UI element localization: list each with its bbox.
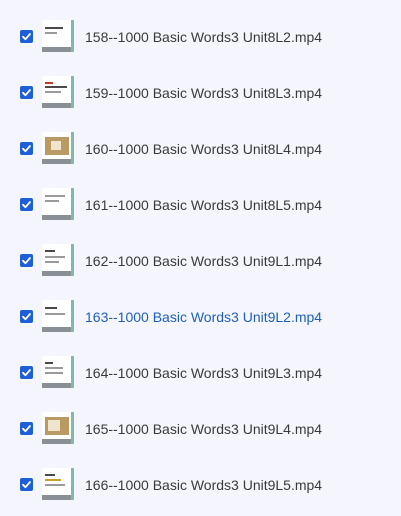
file-checkbox[interactable] <box>20 198 33 211</box>
file-row[interactable]: 166--1000 Basic Words3 Unit9L5.mp4 <box>0 463 401 507</box>
video-thumbnail-icon <box>42 188 74 220</box>
checkmark-icon <box>22 313 31 321</box>
video-thumbnail-icon <box>42 132 74 164</box>
file-checkbox[interactable] <box>20 254 33 267</box>
checkmark-icon <box>22 201 31 209</box>
file-row[interactable]: 158--1000 Basic Words3 Unit8L2.mp4 <box>0 15 401 59</box>
file-checkbox[interactable] <box>20 86 33 99</box>
file-name[interactable]: 164--1000 Basic Words3 Unit9L3.mp4 <box>85 365 322 381</box>
file-name[interactable]: 166--1000 Basic Words3 Unit9L5.mp4 <box>85 477 322 493</box>
checkmark-icon <box>22 481 31 489</box>
file-row[interactable]: 159--1000 Basic Words3 Unit8L3.mp4 <box>0 71 401 115</box>
file-name[interactable]: 161--1000 Basic Words3 Unit8L5.mp4 <box>85 197 322 213</box>
video-thumbnail-icon <box>42 468 74 500</box>
video-thumbnail-icon <box>42 76 74 108</box>
checkmark-icon <box>22 369 31 377</box>
video-thumbnail-icon <box>42 244 74 276</box>
file-row[interactable]: 163--1000 Basic Words3 Unit9L2.mp4 <box>0 295 401 339</box>
file-checkbox[interactable] <box>20 30 33 43</box>
file-name[interactable]: 162--1000 Basic Words3 Unit9L1.mp4 <box>85 253 322 269</box>
checkmark-icon <box>22 257 31 265</box>
file-row[interactable]: 161--1000 Basic Words3 Unit8L5.mp4 <box>0 183 401 227</box>
file-row[interactable]: 164--1000 Basic Words3 Unit9L3.mp4 <box>0 351 401 395</box>
file-row[interactable]: 165--1000 Basic Words3 Unit9L4.mp4 <box>0 407 401 451</box>
file-name[interactable]: 163--1000 Basic Words3 Unit9L2.mp4 <box>85 309 322 325</box>
video-thumbnail-icon <box>42 412 74 444</box>
file-name[interactable]: 159--1000 Basic Words3 Unit8L3.mp4 <box>85 85 322 101</box>
file-checkbox[interactable] <box>20 422 33 435</box>
video-thumbnail-icon <box>42 300 74 332</box>
video-thumbnail-icon <box>42 356 74 388</box>
file-checkbox[interactable] <box>20 478 33 491</box>
checkmark-icon <box>22 89 31 97</box>
file-checkbox[interactable] <box>20 310 33 323</box>
checkmark-icon <box>22 145 31 153</box>
file-checkbox[interactable] <box>20 142 33 155</box>
file-name[interactable]: 158--1000 Basic Words3 Unit8L2.mp4 <box>85 29 322 45</box>
checkmark-icon <box>22 33 31 41</box>
file-name[interactable]: 160--1000 Basic Words3 Unit8L4.mp4 <box>85 141 322 157</box>
file-checkbox[interactable] <box>20 366 33 379</box>
checkmark-icon <box>22 425 31 433</box>
file-row[interactable]: 162--1000 Basic Words3 Unit9L1.mp4 <box>0 239 401 283</box>
file-list: 158--1000 Basic Words3 Unit8L2.mp4 159--… <box>0 0 401 516</box>
file-name[interactable]: 165--1000 Basic Words3 Unit9L4.mp4 <box>85 421 322 437</box>
file-row[interactable]: 160--1000 Basic Words3 Unit8L4.mp4 <box>0 127 401 171</box>
video-thumbnail-icon <box>42 20 74 52</box>
